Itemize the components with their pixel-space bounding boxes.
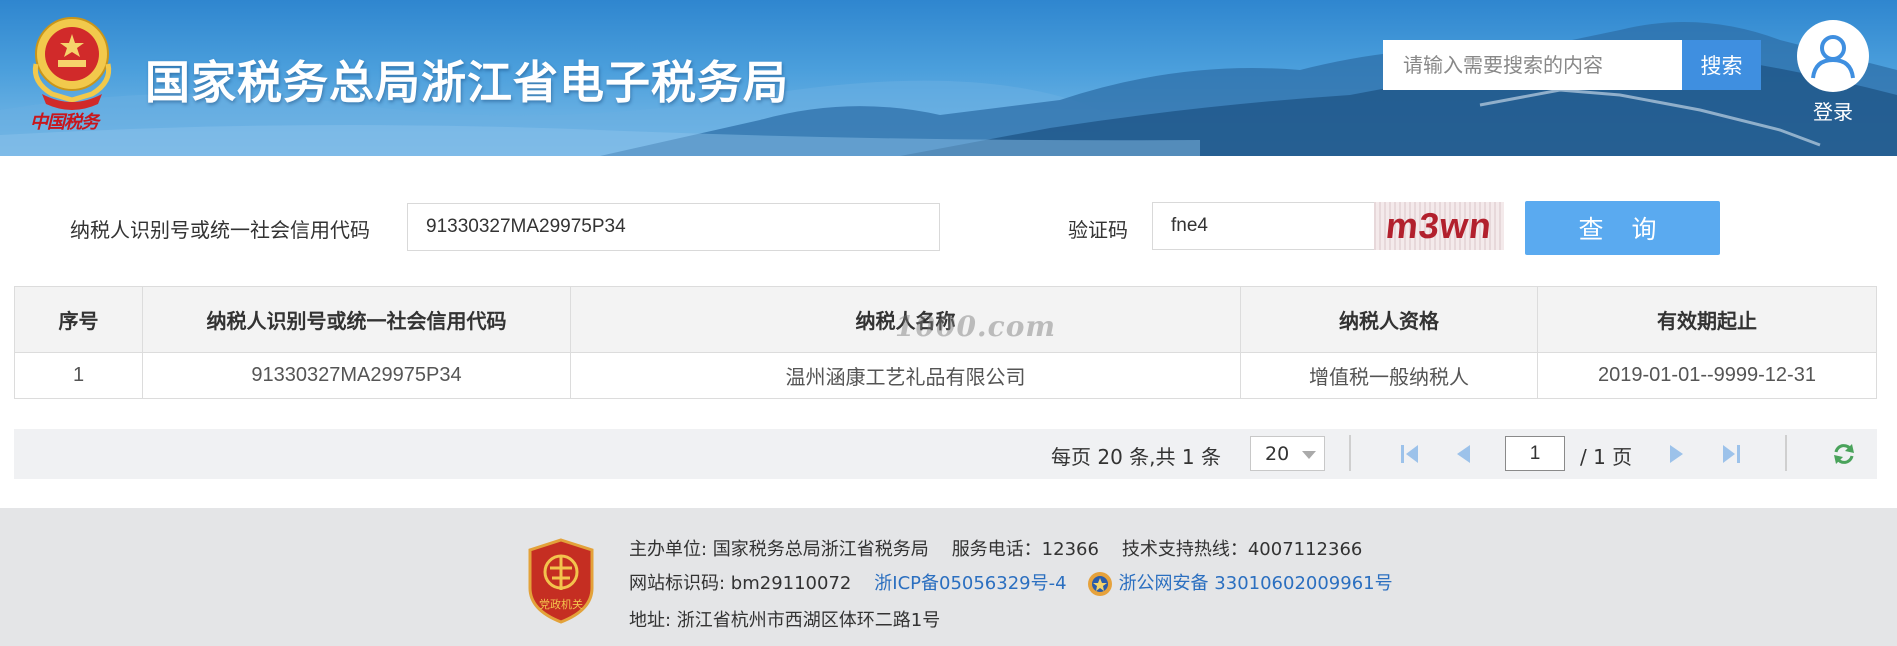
watermark: 1000.com — [895, 310, 1057, 343]
column-header-taxpayer-id: 纳税人识别号或统一社会信用代码 — [142, 286, 571, 353]
cell-validity: 2019-01-01--9999-12-31 — [1537, 352, 1877, 399]
footer-line-1: 主办单位: 国家税务总局浙江省税务局 服务电话：12366 技术支持热线：400… — [629, 535, 1362, 561]
footer-line-3: 地址: 浙江省杭州市西湖区体环二路1号 — [629, 606, 940, 632]
prev-page-icon[interactable] — [1450, 441, 1478, 467]
site-header: 中国税务 国家税务总局浙江省电子税务局 搜索 登录 — [0, 0, 1897, 156]
refresh-icon[interactable] — [1830, 441, 1858, 467]
police-badge-icon — [1087, 572, 1112, 596]
badge-text: 党政机关 — [539, 597, 583, 611]
service-phone: 服务电话：12366 — [951, 539, 1099, 560]
page-summary: 每页 20 条,共 1 条 — [1051, 445, 1221, 469]
column-header-qualification: 纳税人资格 — [1240, 286, 1538, 353]
site-footer: 党政机关 主办单位: 国家税务总局浙江省税务局 服务电话：12366 技术支持热… — [0, 508, 1897, 646]
cell-taxpayer-id: 91330327MA29975P34 — [142, 352, 571, 399]
address-text: 地址: 浙江省杭州市西湖区体环二路1号 — [629, 610, 941, 631]
column-header-index: 序号 — [14, 286, 143, 353]
taxpayer-id-label: 纳税人识别号或统一社会信用代码 — [70, 218, 370, 242]
emblem-caption: 中国税务 — [30, 112, 99, 133]
login-label: 登录 — [1813, 100, 1853, 124]
chevron-down-icon — [1302, 451, 1316, 459]
cell-taxpayer-name: 温州涵康工艺礼品有限公司 — [570, 352, 1241, 399]
footer-line-2: 网站标识码: bm29110072 浙ICP备05056329号-4 浙公网安备… — [629, 569, 1393, 597]
page-number-input[interactable] — [1505, 436, 1565, 471]
site-title: 国家税务总局浙江省电子税务局 — [145, 56, 790, 109]
cell-index: 1 — [14, 352, 143, 399]
search-button[interactable]: 搜索 — [1682, 40, 1761, 90]
page-size-value: 20 — [1265, 442, 1290, 465]
police-record-link[interactable]: 浙公网安备 33010602009961号 — [1119, 573, 1393, 594]
captcha-label: 验证码 — [1068, 218, 1128, 242]
taxpayer-id-input[interactable]: 91330327MA29975P34 — [407, 203, 940, 251]
table-row: 1 91330327MA29975P34 温州涵康工艺礼品有限公司 增值税一般纳… — [14, 352, 1877, 399]
pager-divider — [1349, 435, 1351, 471]
icp-link[interactable]: 浙ICP备05056329号-4 — [874, 573, 1066, 594]
support-hotline: 技术支持热线：4007112366 — [1121, 539, 1363, 560]
pagination-bar: 每页 20 条,共 1 条 20 / 1 页 — [14, 429, 1877, 479]
query-button[interactable]: 查 询 — [1525, 201, 1720, 255]
captcha-image[interactable]: m3wn — [1374, 202, 1504, 250]
next-page-icon[interactable] — [1662, 441, 1690, 467]
login-button[interactable]: 登录 — [1795, 20, 1871, 125]
cell-qualification: 增值税一般纳税人 — [1240, 352, 1538, 399]
page-size-select[interactable]: 20 — [1250, 436, 1325, 471]
total-pages: / 1 页 — [1580, 445, 1633, 469]
last-page-icon[interactable] — [1717, 441, 1745, 467]
captcha-text: m3wn — [1383, 205, 1495, 246]
party-government-badge[interactable]: 党政机关 — [526, 538, 596, 624]
search-input[interactable] — [1383, 40, 1682, 90]
user-icon — [1797, 20, 1869, 92]
first-page-icon[interactable] — [1396, 441, 1424, 467]
sponsor-text: 主办单位: 国家税务总局浙江省税务局 — [629, 539, 929, 560]
site-id: 网站标识码: bm29110072 — [629, 573, 852, 594]
pager-divider — [1785, 435, 1787, 471]
column-header-validity: 有效期起止 — [1537, 286, 1877, 353]
